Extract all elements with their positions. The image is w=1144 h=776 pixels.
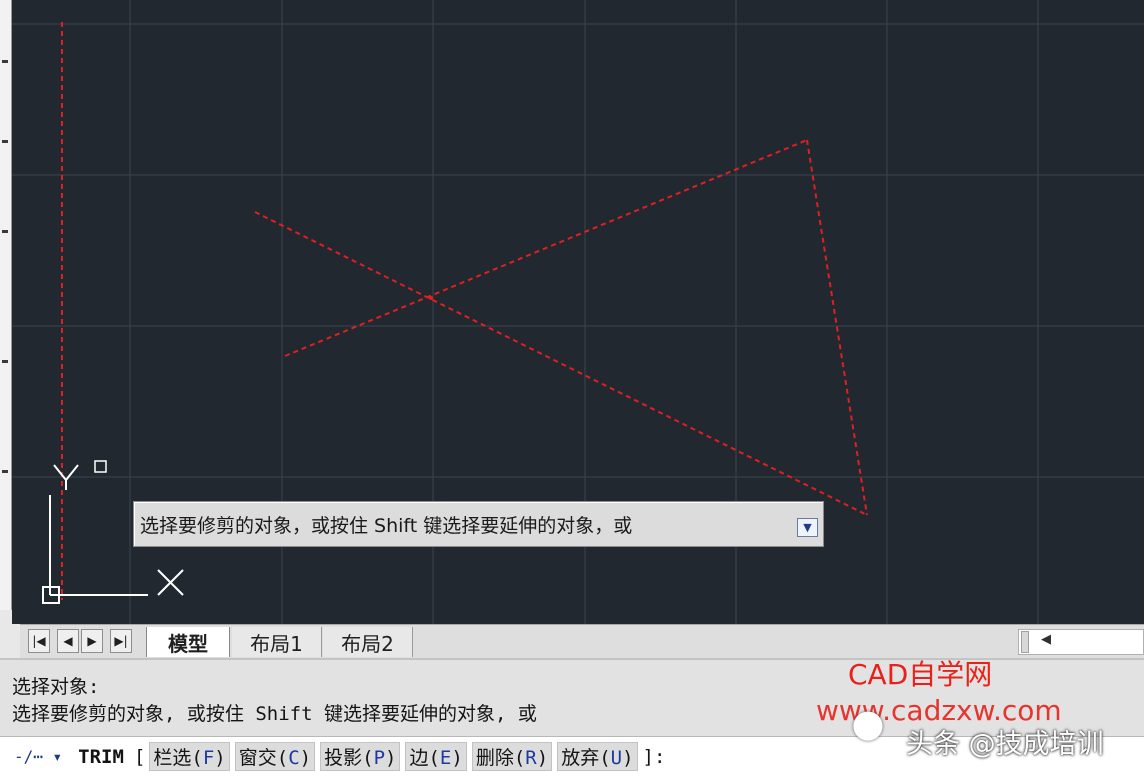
option-label: 删除( — [475, 747, 526, 769]
option-key: U — [610, 747, 623, 769]
toolbar-mark — [2, 360, 8, 363]
option-close: ) — [214, 747, 226, 769]
option-close: ) — [536, 747, 549, 769]
wechat-logo-icon: ● — [851, 701, 885, 745]
option-key: P — [373, 747, 386, 769]
tab-layout2[interactable]: 布局2 — [323, 627, 413, 657]
tab-label: 模型 — [168, 631, 208, 656]
watermark-author: 头条 @技成培训 — [906, 729, 1104, 760]
option-label: 栏选( — [153, 747, 203, 769]
option-key: R — [525, 747, 537, 769]
toolbar-mark — [2, 470, 8, 473]
option-fence[interactable]: 栏选(F) — [149, 742, 230, 771]
command-line-icon[interactable]: -/⋯ ▾ — [14, 747, 62, 766]
watermark-site-name: CAD自学网 — [848, 658, 993, 691]
cursor-point — [429, 296, 433, 300]
option-key: F — [202, 747, 215, 769]
tab-label: 布局2 — [341, 631, 394, 656]
scrollbar-thumb[interactable] — [1021, 631, 1029, 653]
command-name: TRIM — [78, 745, 124, 768]
next-tab-button[interactable]: ▶ — [81, 629, 103, 653]
option-bracket-open: [ — [133, 745, 146, 768]
option-erase[interactable]: 删除(R) — [471, 742, 553, 771]
option-label: 投影( — [324, 747, 374, 769]
scroll-left-icon[interactable]: ◀ — [1041, 632, 1051, 647]
first-tab-button[interactable]: |◀ — [28, 629, 50, 653]
left-toolbar-strip — [0, 0, 12, 610]
toolbar-mark — [2, 140, 8, 143]
option-label: 边( — [409, 747, 440, 769]
selected-line-cross-2[interactable] — [284, 139, 808, 357]
option-close: ) — [299, 747, 312, 769]
next-icon: ▶ — [87, 634, 97, 648]
prev-tab-button[interactable]: ◀ — [57, 629, 79, 653]
last-icon: ▶| — [114, 634, 128, 648]
last-tab-button[interactable]: ▶| — [110, 629, 132, 653]
option-key: C — [288, 747, 300, 769]
option-crossing[interactable]: 窗交(C) — [234, 742, 316, 771]
toolbar-mark — [2, 60, 8, 63]
prompt-text: 选择要修剪的对象，或按住 Shift 键选择要延伸的对象，或 — [140, 514, 633, 537]
option-bracket-close: ]: — [642, 745, 666, 768]
arrow-down-icon: ▼ — [803, 521, 812, 534]
expand-options-button[interactable]: ▼ — [797, 518, 818, 537]
horizontal-scrollbar[interactable]: ◀ — [1018, 629, 1144, 655]
toolbar-mark — [2, 230, 8, 233]
tab-model[interactable]: 模型 — [146, 627, 230, 657]
option-edge[interactable]: 边(E) — [405, 742, 467, 771]
option-project[interactable]: 投影(P) — [320, 742, 401, 771]
option-label: 窗交( — [238, 747, 289, 769]
option-close: ) — [385, 747, 397, 769]
option-close: ) — [622, 747, 634, 769]
option-close: ) — [451, 747, 463, 769]
tab-label: 布局1 — [250, 631, 303, 656]
first-icon: |◀ — [32, 634, 46, 648]
selected-line-triangle-side[interactable] — [806, 139, 868, 516]
option-label: 放弃( — [561, 747, 611, 769]
option-key: E — [439, 747, 452, 769]
selected-line-cross-1[interactable] — [254, 211, 868, 516]
dynamic-input-prompt: 选择要修剪的对象，或按住 Shift 键选择要延伸的对象，或 ▼ — [133, 501, 824, 547]
tab-layout1[interactable]: 布局1 — [232, 627, 322, 657]
prev-icon: ◀ — [63, 634, 73, 648]
option-undo[interactable]: 放弃(U) — [557, 742, 638, 771]
